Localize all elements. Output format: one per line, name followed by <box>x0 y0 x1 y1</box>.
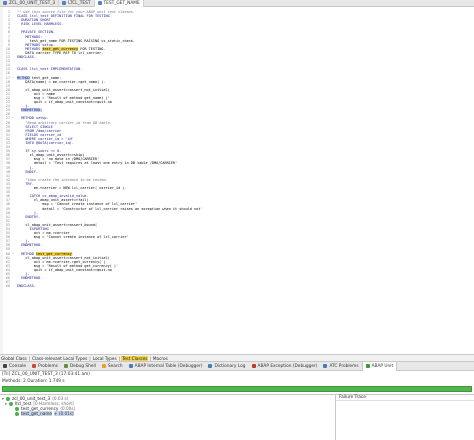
class-section-tabs: Global Class | Class-relevant Local Types |… <box>0 354 474 361</box>
line-number: 68 <box>5 284 10 289</box>
test-passed-icon <box>15 411 19 416</box>
code-lines: 1 "! Use this source file for your ABAP u… <box>3 10 473 288</box>
section-tab[interactable]: Class-relevant Local Types <box>31 356 88 361</box>
view-tab[interactable]: Console <box>0 362 29 371</box>
exception-icon <box>251 364 256 368</box>
section-tab[interactable]: Local Types <box>92 356 118 361</box>
view-tab-label: Debug Shell <box>69 363 96 369</box>
editor-tab-label: LTCL_TEST <box>68 0 91 6</box>
code-text: ENDTRY. <box>17 214 41 219</box>
abap-class-icon <box>97 1 102 5</box>
test-passed-icon <box>9 401 13 406</box>
tree-label: test_get_name <box>21 411 52 416</box>
run-info: [Tri] ZCL_00_UNIT_TEST_3 (17:03:41 am) <box>2 372 90 377</box>
code-text: ENDMETHOD. <box>17 276 43 281</box>
view-tab-label: ATC Problems <box>329 363 359 369</box>
code-text: quit = if_abap_unit_constant=>quit-no <box>17 100 112 105</box>
code-text: ENDCLASS. <box>17 55 36 60</box>
code-text: CLASS ltcl_test IMPLEMENTATION. <box>17 67 83 72</box>
view-tab-label: ABAP Unit <box>371 363 394 369</box>
editor-tab-label: ZCL_00_UNIT_TEST_3 <box>9 0 56 6</box>
code-text: ENDIF. <box>17 169 39 174</box>
code-text: ENDMETHOD. <box>21 108 43 113</box>
editor-tab-label: TEST_GET_NAME <box>103 0 140 6</box>
view-tab-bar: Console Problems Debug Shell Search ABAP Int… <box>0 361 474 371</box>
atc-icon <box>323 364 328 368</box>
code-text: detail = 'Test requires at least one ent… <box>17 161 178 166</box>
code-text: me->carrier = NEW lcl_carrier( carrier_i… <box>17 186 127 191</box>
view-tab-label: Problems <box>38 363 58 369</box>
view-tab[interactable]: ABAP Unit <box>361 361 398 371</box>
search-icon <box>101 364 106 368</box>
code-text: INTO @DATA(carrier_id). <box>17 141 74 145</box>
failure-trace-header: Failure Trace <box>336 395 474 401</box>
debug-shell-icon <box>63 364 68 368</box>
editor-tab-bar: ZCL_00_UNIT_TEST_3 LTCL_TEST TEST_GET_NAME <box>0 0 474 7</box>
view-tab[interactable]: ABAP Exception (Debugger) <box>249 362 321 371</box>
editor-tab[interactable]: LTCL_TEST <box>59 0 95 7</box>
view-tab[interactable]: Problems <box>29 362 61 371</box>
problems-icon <box>32 364 37 368</box>
code-text: RISK LEVEL HARMLESS. <box>17 22 64 27</box>
test-stats: Methods: 2 Duration: 1.749 s <box>2 379 65 384</box>
tree-time: + (0.01s) <box>53 411 74 416</box>
view-tab[interactable]: ATC Problems <box>320 362 361 371</box>
code-text: DATA(name) = me->carrier->get_name( ). <box>17 79 106 84</box>
test-passed-icon <box>15 406 19 411</box>
view-tab-label: ABAP Exception (Debugger) <box>257 363 318 369</box>
view-tab[interactable]: ABAP Internal Table (Debugger) <box>126 362 206 371</box>
view-tab[interactable]: Search <box>99 362 126 371</box>
log-icon <box>208 364 213 368</box>
test-passed-icon <box>6 396 10 401</box>
expand-toggle-icon[interactable]: ▾ <box>2 397 5 401</box>
failure-trace-pane: Failure Trace <box>336 394 474 440</box>
view-tab-label: ABAP Internal Table (Debugger) <box>134 363 203 369</box>
code-text: ENDMETHOD. <box>17 243 43 248</box>
code-line: 68 ENDCLASS. <box>3 284 473 288</box>
view-tab-label: Console <box>9 363 27 369</box>
code-editor[interactable]: 1 "! Use this source file for your ABAP u… <box>0 8 474 354</box>
code-text: ENDCLASS. <box>17 284 36 289</box>
unit-panes: ▾ zcl_00_unit_test_3 (0.03 s) ▾ ltcl_test [0 … <box>0 394 474 440</box>
abap-unit-panel: [Tri] ZCL_00_UNIT_TEST_3 (17:03:41 am) M… <box>0 371 474 440</box>
abap-class-icon <box>3 1 7 5</box>
progress-bar <box>2 386 472 392</box>
editor-tab[interactable]: TEST_GET_NAME <box>94 0 144 7</box>
section-tab[interactable]: Test Classes <box>121 355 149 361</box>
tree-item[interactable]: test_get_name + (0.01s) <box>0 411 335 416</box>
abap-unit-icon <box>365 364 370 368</box>
section-tab[interactable]: Global Class <box>0 356 28 361</box>
code-text: detail = 'Constructor of lcl_carrier rai… <box>17 206 203 211</box>
expand-toggle-icon[interactable]: ▾ <box>5 402 8 406</box>
table-icon <box>128 364 133 368</box>
code-text: quit = if_abap_unit_constant=>quit-no <box>17 267 112 272</box>
view-tab-label: Dictionary Log <box>214 363 246 369</box>
code-text: msg = 'Cannot create instance of lcl_car… <box>17 235 129 240</box>
view-tab[interactable]: Debug Shell <box>61 362 99 371</box>
console-icon <box>3 364 7 368</box>
editor-tab[interactable]: ZCL_00_UNIT_TEST_3 <box>0 0 60 7</box>
test-tree: ▾ zcl_00_unit_test_3 (0.03 s) ▾ ltcl_test [0 … <box>0 394 336 440</box>
view-tab-label: Search <box>107 363 123 369</box>
abap-class-icon <box>62 1 67 5</box>
section-tab[interactable]: Macros <box>152 356 169 361</box>
view-tab[interactable]: Dictionary Log <box>205 362 248 371</box>
